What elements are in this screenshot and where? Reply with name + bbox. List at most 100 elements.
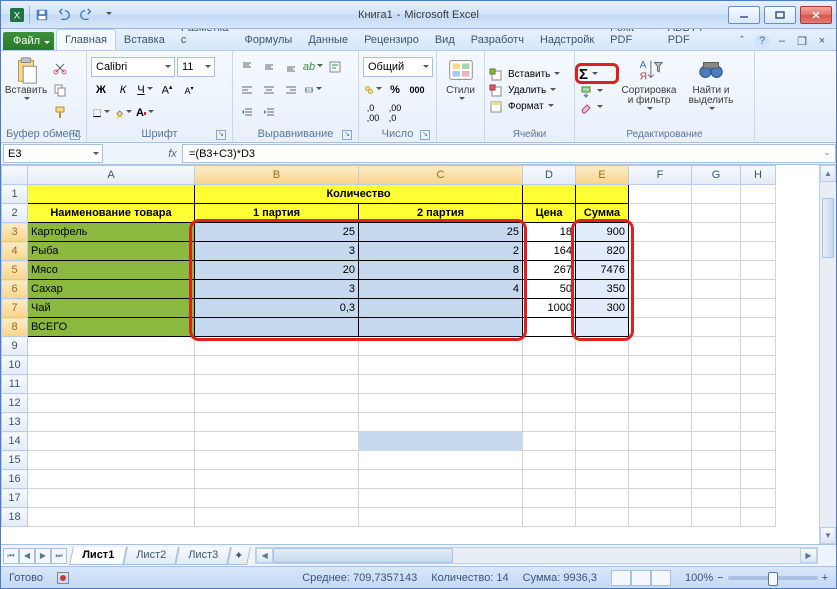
cell-C12[interactable] xyxy=(359,394,523,413)
doc-close-icon[interactable]: × xyxy=(814,35,830,48)
fill-color-button[interactable] xyxy=(113,103,133,123)
cell-A13[interactable] xyxy=(28,413,195,432)
cell-E1[interactable] xyxy=(576,185,629,204)
increase-indent-icon[interactable] xyxy=(259,103,279,123)
cell-D1[interactable] xyxy=(523,185,576,204)
cell-G18[interactable] xyxy=(692,508,741,527)
cell-F8[interactable] xyxy=(629,318,692,337)
first-sheet-icon[interactable]: ⏮ xyxy=(3,548,19,564)
cell-H18[interactable] xyxy=(741,508,776,527)
row-header-12[interactable]: 12 xyxy=(2,394,28,413)
cell-D9[interactable] xyxy=(523,337,576,356)
macro-record-icon[interactable] xyxy=(57,572,69,584)
expand-formula-bar-icon[interactable]: ⌄ xyxy=(820,147,834,161)
help-icon[interactable]: ? xyxy=(754,35,770,48)
bold-button[interactable]: Ж xyxy=(91,80,111,100)
cell-B4[interactable]: 3 xyxy=(195,242,359,261)
insert-cells-button[interactable]: Вставить xyxy=(489,68,570,82)
cell-D6[interactable]: 50 xyxy=(523,280,576,299)
col-header-B[interactable]: B xyxy=(195,166,359,185)
cell-C8[interactable] xyxy=(359,318,523,337)
cell-G8[interactable] xyxy=(692,318,741,337)
cell-G6[interactable] xyxy=(692,280,741,299)
cell-H5[interactable] xyxy=(741,261,776,280)
cell-D5[interactable]: 267 xyxy=(523,261,576,280)
cell-G1[interactable] xyxy=(692,185,741,204)
row-header-18[interactable]: 18 xyxy=(2,508,28,527)
col-header-D[interactable]: D xyxy=(523,166,576,185)
cell-D16[interactable] xyxy=(523,470,576,489)
italic-button[interactable]: К xyxy=(113,80,133,100)
format-cells-button[interactable]: Формат xyxy=(489,100,570,114)
cell-C6[interactable]: 4 xyxy=(359,280,523,299)
cell-A12[interactable] xyxy=(28,394,195,413)
cell-D14[interactable] xyxy=(523,432,576,451)
cell-E5[interactable]: 7476 xyxy=(576,261,629,280)
row-header-1[interactable]: 1 xyxy=(2,185,28,204)
ribbon-tab-5[interactable]: Рецензиро xyxy=(356,30,427,50)
cell-D17[interactable] xyxy=(523,489,576,508)
cell-E6[interactable]: 350 xyxy=(576,280,629,299)
page-break-view-icon[interactable] xyxy=(651,570,671,586)
row-header-14[interactable]: 14 xyxy=(2,432,28,451)
increase-font-icon[interactable]: A▴ xyxy=(157,80,177,100)
row-header-9[interactable]: 9 xyxy=(2,337,28,356)
decrease-font-icon[interactable]: A▾ xyxy=(179,80,199,100)
file-tab[interactable]: Файл xyxy=(3,32,54,50)
cell-A10[interactable] xyxy=(28,356,195,375)
col-header-C[interactable]: C xyxy=(359,166,523,185)
cell-B10[interactable] xyxy=(195,356,359,375)
font-color-button[interactable]: A xyxy=(135,103,155,123)
align-center-icon[interactable] xyxy=(259,80,279,100)
cell-G9[interactable] xyxy=(692,337,741,356)
close-button[interactable] xyxy=(800,6,832,24)
cell-C16[interactable] xyxy=(359,470,523,489)
last-sheet-icon[interactable]: ⏭ xyxy=(51,548,67,564)
cell-B12[interactable] xyxy=(195,394,359,413)
cell-D4[interactable]: 164 xyxy=(523,242,576,261)
cell-E7[interactable]: 300 xyxy=(576,299,629,318)
cell-B17[interactable] xyxy=(195,489,359,508)
cell-G16[interactable] xyxy=(692,470,741,489)
cell-F4[interactable] xyxy=(629,242,692,261)
cell-H16[interactable] xyxy=(741,470,776,489)
cell-E10[interactable] xyxy=(576,356,629,375)
align-middle-icon[interactable] xyxy=(259,57,279,77)
font-dialog-icon[interactable]: ↘ xyxy=(216,130,226,140)
doc-restore-icon[interactable]: ❐ xyxy=(794,35,810,48)
minimize-button[interactable] xyxy=(728,6,760,24)
cell-D15[interactable] xyxy=(523,451,576,470)
format-painter-icon[interactable] xyxy=(50,102,70,122)
cell-D3[interactable]: 18 xyxy=(523,223,576,242)
cell-H2[interactable] xyxy=(741,204,776,223)
cell-E2[interactable]: Сумма xyxy=(576,204,629,223)
zoom-level[interactable]: 100% xyxy=(685,572,713,584)
cell-F5[interactable] xyxy=(629,261,692,280)
row-header-13[interactable]: 13 xyxy=(2,413,28,432)
col-header-G[interactable]: G xyxy=(692,166,741,185)
cell-B13[interactable] xyxy=(195,413,359,432)
cell-F10[interactable] xyxy=(629,356,692,375)
cell-C13[interactable] xyxy=(359,413,523,432)
clipboard-dialog-icon[interactable]: ↘ xyxy=(70,130,80,140)
cell-C11[interactable] xyxy=(359,375,523,394)
col-header-F[interactable]: F xyxy=(629,166,692,185)
ribbon-tab-8[interactable]: Надстройк xyxy=(532,30,602,50)
ribbon-tab-3[interactable]: Формулы xyxy=(236,30,300,50)
percent-icon[interactable]: % xyxy=(385,80,405,100)
cell-G17[interactable] xyxy=(692,489,741,508)
cell-C14[interactable] xyxy=(359,432,523,451)
cell-A9[interactable] xyxy=(28,337,195,356)
cell-F9[interactable] xyxy=(629,337,692,356)
alignment-dialog-icon[interactable]: ↘ xyxy=(342,130,352,140)
cell-G2[interactable] xyxy=(692,204,741,223)
row-header-6[interactable]: 6 xyxy=(2,280,28,299)
cell-F12[interactable] xyxy=(629,394,692,413)
cell-G7[interactable] xyxy=(692,299,741,318)
cell-C10[interactable] xyxy=(359,356,523,375)
cell-A3[interactable]: Картофель xyxy=(28,223,195,242)
cell-C2[interactable]: 2 партия xyxy=(359,204,523,223)
cell-F3[interactable] xyxy=(629,223,692,242)
cell-C7[interactable] xyxy=(359,299,523,318)
row-header-3[interactable]: 3 xyxy=(2,223,28,242)
